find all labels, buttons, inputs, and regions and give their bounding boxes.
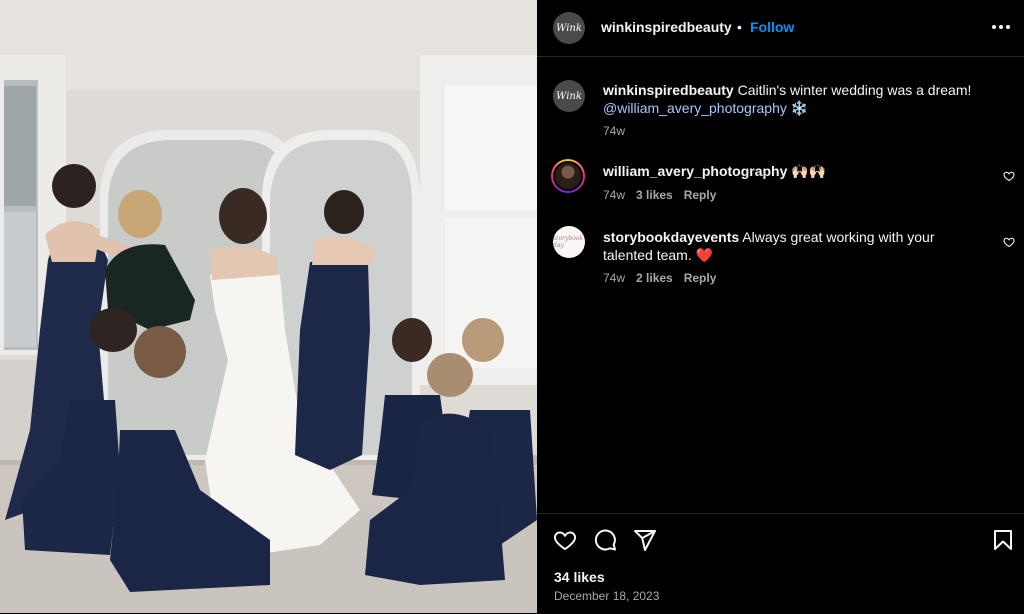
comment-avatar-william[interactable] (551, 159, 585, 193)
comment-time: 74w (603, 188, 626, 202)
follow-button[interactable]: Follow (750, 19, 794, 35)
more-options-icon[interactable] (992, 19, 1010, 35)
caption: winkinspiredbeauty Caitlin's winter wedd… (603, 81, 1003, 117)
share-icon[interactable] (633, 528, 657, 552)
reply-button[interactable]: Reply (684, 188, 717, 202)
post-photo[interactable] (0, 0, 537, 613)
comment-text-cont: talented team. (603, 247, 692, 263)
comment-time: 74w (603, 271, 626, 285)
comment-1: william_avery_photography 🙌🏻🙌🏻 (603, 162, 983, 180)
likes-count[interactable]: 34 likes (554, 569, 605, 585)
heart-emoji: ❤️ (695, 247, 714, 263)
caption-mention-link[interactable]: @william_avery_photography (603, 100, 787, 116)
profile-avatar[interactable]: Wink (553, 12, 585, 44)
caption-avatar[interactable]: Wink (553, 80, 585, 112)
post-date: December 18, 2023 (554, 589, 660, 603)
instagram-post-view: Wink winkinspiredbeauty • Follow Wink wi… (0, 0, 1024, 613)
comment-icon[interactable] (593, 528, 617, 552)
snowflake-emoji: ❄️ (790, 100, 809, 116)
caption-time: 74w (603, 124, 626, 138)
comment-username[interactable]: storybookdayevents (603, 229, 739, 245)
header-username[interactable]: winkinspiredbeauty (601, 19, 732, 35)
avatar-logo-text: Wink (556, 90, 582, 102)
comment-like-heart-icon[interactable] (1003, 236, 1015, 248)
caption-username[interactable]: winkinspiredbeauty (603, 82, 734, 98)
post-side-panel: Wink winkinspiredbeauty • Follow Wink wi… (537, 0, 1024, 613)
storybook-logo-text: storybook day (553, 235, 584, 249)
comment-2: storybookdayevents Always great working … (603, 228, 983, 264)
comment-like-heart-icon[interactable] (1003, 170, 1015, 182)
comment-1-meta: 74w 3 likes Reply (603, 188, 727, 202)
post-header: Wink winkinspiredbeauty • Follow (537, 0, 1024, 57)
bookmark-icon[interactable] (991, 528, 1015, 552)
heart-icon[interactable] (553, 528, 577, 552)
caption-text: Caitlin's winter wedding was a dream! (737, 82, 972, 98)
comment-text: Always great working with your (742, 229, 935, 245)
comment-2-meta: 74w 2 likes Reply (603, 271, 727, 285)
comment-text: 🙌🏻🙌🏻 (791, 163, 827, 179)
comment-username[interactable]: william_avery_photography (603, 163, 787, 179)
avatar-logo-text: Wink (556, 22, 582, 34)
bridal-party-photo (0, 0, 537, 613)
comment-likes-link[interactable]: 3 likes (636, 188, 673, 202)
reply-button[interactable]: Reply (684, 271, 717, 285)
separator-dot: • (737, 19, 742, 35)
comment-likes-link[interactable]: 2 likes (636, 271, 673, 285)
comment-avatar-storybook[interactable]: storybook day (553, 226, 585, 258)
